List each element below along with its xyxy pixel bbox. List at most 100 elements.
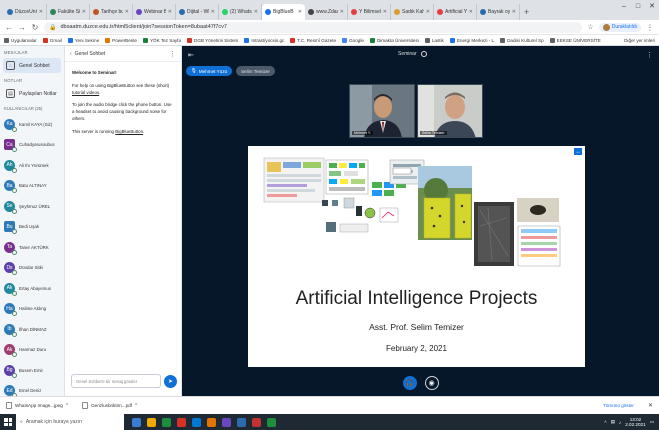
tab-close-icon[interactable]: ✕ [82,9,86,15]
browser-tab[interactable]: (2) WhatsApp✕ [219,4,262,20]
tab-close-icon[interactable]: ✕ [168,9,172,15]
user-list-item[interactable]: Ah Ali Ihı Yürümek [0,155,64,176]
browser-tab[interactable]: www.Zdasi.Comunit✕ [305,4,348,20]
browser-tab[interactable]: Dijital - WhTS✕ [176,4,219,20]
back-button[interactable]: ← [5,23,13,32]
start-button[interactable] [0,414,16,430]
browser-tab[interactable]: Tarihçe bul ✕ [90,4,133,20]
bookmark-item[interactable]: DGB Yönetimi Sistem [187,37,238,43]
download-item[interactable]: Gerizlusbriktirn...pdf ^ [82,402,137,409]
taskbar-app-icon[interactable] [147,417,156,427]
browser-tab[interactable]: Bayrak oyunu✕ [477,4,520,20]
network-icon[interactable]: ▤ [611,419,615,425]
bookmark-item[interactable]: Dadisi Kulturel Sp [500,37,544,43]
tab-close-icon[interactable]: ✕ [469,9,473,15]
user-list-item[interactable]: Ka Kamil KAYA (Siz) [0,114,64,135]
tab-close-icon[interactable]: ✕ [298,9,302,15]
bbb-link[interactable]: BigBlueButton [115,129,143,134]
new-tab-button[interactable]: + [520,4,533,20]
user-list-item[interactable]: Ba Batu ALTINAY [0,176,64,197]
browser-tab[interactable]: Webinar Bul✕ [133,4,176,20]
taskbar-app-icon[interactable] [222,417,231,427]
forward-button[interactable]: → [18,23,26,32]
notifications-icon[interactable]: ▭ [650,419,654,425]
browser-tab[interactable]: DüzceÜniversi✕ [4,4,47,20]
webcam-video-1[interactable]: Mehmet Y. [349,84,415,138]
bookmark-star-icon[interactable]: ☆ [587,23,593,31]
browser-tab[interactable]: Fakülte Sis✕ [47,4,90,20]
chat-options-button[interactable]: ⋮ [169,50,176,58]
share-webcam-button[interactable]: ◉ [424,376,439,390]
taskbar-app-icon[interactable] [177,417,186,427]
browser-tab[interactable]: Sadık Kahraman✕ [391,4,434,20]
send-message-button[interactable]: ➤ [164,374,177,388]
chat-input[interactable]: Genel Sohbet'e bir mesaj gönder [71,374,161,388]
bookmark-item[interactable]: Gmail [42,37,62,43]
tab-close-icon[interactable]: ✕ [125,9,129,15]
reload-button[interactable]: ↻ [31,23,39,32]
close-window-button[interactable]: ✕ [645,0,659,16]
user-list-item[interactable]: Ib İlhan DİNMAZ [0,319,64,340]
options-menu-icon[interactable]: ⋮ [646,51,653,59]
close-download-shelf[interactable]: ✕ [648,402,653,409]
user-list-item[interactable]: Bu Bedi Uşak [0,217,64,238]
user-list-item[interactable]: Ds Dündar Sitki [0,258,64,279]
user-list-item[interactable]: Ak Ertay Abayemus [0,278,64,299]
browser-tab[interactable]: Artificial YTM✕ [434,4,477,20]
show-all-downloads[interactable]: Tümünü göster [603,403,634,408]
other-bookmarks[interactable]: Diğer yer imleri [624,38,655,43]
chat-back-button[interactable]: ‹ [70,51,72,57]
volume-icon[interactable]: ♪ [619,420,621,425]
bookmark-item[interactable]: Uygulamalar [4,37,37,43]
user-list-item[interactable]: Se Şeyhmuz ÜREL [0,196,64,217]
bookmark-item[interactable]: T.C. Resmî Gazete [290,37,336,43]
user-list-item[interactable]: Ha Halime Aldıng [0,299,64,320]
taskbar-app-icon[interactable] [132,417,141,427]
audio-headphone-button[interactable]: 🎧 [402,376,417,390]
tab-close-icon[interactable]: ✕ [426,9,430,15]
tray-arrow-icon[interactable]: ^ [604,420,606,425]
bookmark-item[interactable]: Dimakta Üniversitesi [369,37,419,43]
toggle-userlist-icon[interactable]: ⇤ [188,51,194,59]
shared-notes-item[interactable]: ▤ Paylaşılan Notlar [3,86,61,101]
webcam-video-2[interactable]: Selim Temizer [417,84,483,138]
taskbar-app-icon[interactable] [162,417,171,427]
bookmark-item[interactable]: Lastik [424,37,444,43]
minimize-button[interactable]: – [617,0,631,16]
user-list-item[interactable]: Ak Hanmaz Duru [0,340,64,361]
tab-close-icon[interactable]: ✕ [254,9,258,15]
taskbar-app-icon[interactable] [207,417,216,427]
bookmark-item[interactable]: Yeni Sekme [67,37,99,43]
tab-close-icon[interactable]: ✕ [340,9,344,15]
menu-icon[interactable]: ⋮ [646,23,654,32]
bookmark-item[interactable]: EEKSE ÜNİVERSİTE [549,37,601,43]
tutorial-link[interactable]: tutorial videos [72,90,99,95]
bookmark-item[interactable]: YÖK Tez Sayfa [142,37,181,43]
browser-tab[interactable]: BigBlueB ✕ [262,4,305,20]
bookmark-item[interactable]: Energi Merkezi - L [449,37,494,43]
tab-close-icon[interactable]: ✕ [211,9,215,15]
bookmark-item[interactable]: Intrast/yocsis.gc [244,37,284,43]
chevron-up-icon[interactable]: ^ [135,403,137,409]
taskbar-app-icon[interactable] [237,417,246,427]
profile-button[interactable]: Duraklatıldı [598,22,641,32]
public-chat-item[interactable]: ◌ Genel Sohbet [3,58,61,73]
taskbar-app-icon[interactable] [267,417,276,427]
user-list-item[interactable]: Ed Emel Deniz [0,381,64,396]
user-list-item[interactable]: Ca Cuhadyarusoubus [0,135,64,156]
taskbar-app-icon[interactable] [192,417,201,427]
presentation-slide[interactable]: ↔ Artificial Intelligence Projects Asst.… [248,146,585,367]
taskbar-search[interactable]: ⌕ Aramak için buraya yazın [16,414,124,430]
user-list-item[interactable]: Bg Busem Emir [0,360,64,381]
maximize-button[interactable]: □ [631,0,645,16]
fit-to-width-button[interactable]: ↔ [574,148,582,155]
tab-close-icon[interactable]: ✕ [512,9,516,15]
bookmark-item[interactable]: PowerBeste [105,37,137,43]
bookmark-item[interactable]: Google [342,37,364,43]
download-item[interactable]: WhatsApp Image...jpeg ^ [6,402,68,409]
tab-close-icon[interactable]: ✕ [383,9,387,15]
recording-indicator[interactable]: Seminar [398,51,427,57]
user-list-item[interactable]: Ta Taner AKTÜRK [0,237,64,258]
clock[interactable]: 13:02 2.02.2021 [625,417,645,428]
address-bar[interactable]: 🔒 dbsaatm.duzce.edu.tr/html5client/join?… [44,21,583,33]
